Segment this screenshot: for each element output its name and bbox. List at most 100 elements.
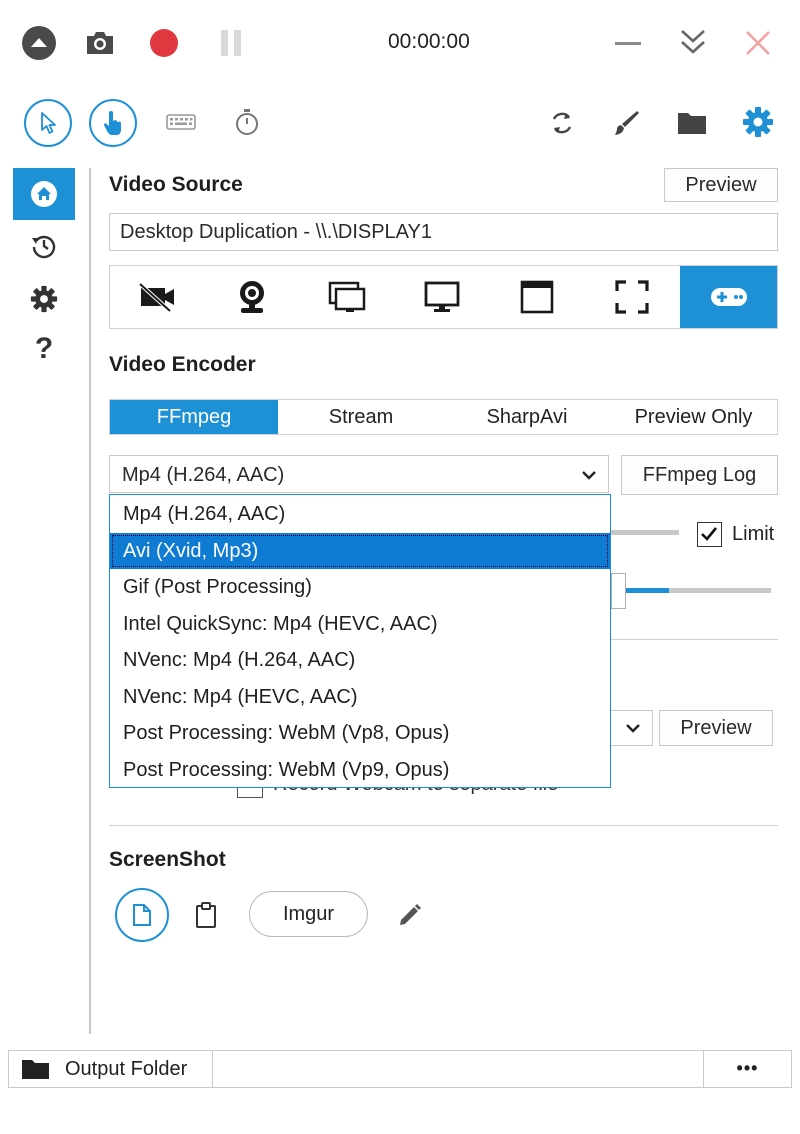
source-no-video[interactable]	[110, 266, 204, 328]
screens-icon	[328, 281, 366, 312]
refresh-button[interactable]	[545, 106, 579, 140]
gamepad-icon	[710, 288, 747, 306]
screenshot-to-clipboard-toggle[interactable]	[189, 898, 223, 932]
source-monitor[interactable]	[395, 266, 489, 328]
folder-button[interactable]	[674, 106, 710, 140]
source-game[interactable]	[680, 266, 777, 328]
sidebar-item-settings[interactable]	[25, 282, 63, 316]
stopwatch-icon	[236, 109, 258, 135]
tab-stream[interactable]: Stream	[278, 400, 444, 434]
codec-option[interactable]: Gif (Post Processing)	[110, 569, 610, 606]
collapse-up-icon	[22, 26, 56, 60]
screenshot-title: ScreenShot	[109, 848, 226, 871]
timer-toggle[interactable]	[231, 106, 263, 138]
video-encoder-title: Video Encoder	[109, 353, 256, 376]
keystrokes-toggle[interactable]	[164, 108, 198, 136]
gear-icon	[743, 107, 773, 137]
help-icon: ?	[34, 332, 54, 365]
close-icon	[746, 31, 770, 55]
codec-select[interactable]: Mp4 (H.264, AAC)	[109, 455, 609, 493]
sidebar-item-history[interactable]	[25, 229, 63, 263]
double-chevron-down-icon	[681, 30, 705, 54]
quality-slider-track[interactable]	[609, 530, 679, 535]
video-source-field[interactable]: Desktop Duplication - \\.\DISPLAY1	[109, 213, 778, 251]
ffmpeg-log-button[interactable]: FFmpeg Log	[621, 455, 778, 495]
chevron-down-icon	[582, 471, 596, 480]
video-source-preview-button[interactable]: Preview	[664, 168, 778, 202]
settings-button[interactable]	[740, 104, 776, 140]
codec-option[interactable]: NVenc: Mp4 (HEVC, AAC)	[110, 679, 610, 716]
click-hand-icon	[104, 111, 121, 135]
close-button[interactable]	[740, 25, 776, 61]
record-icon	[150, 29, 178, 57]
refresh-icon	[552, 112, 572, 134]
checkmark-icon	[701, 527, 718, 541]
webcam-select-arrow[interactable]	[609, 710, 653, 746]
source-region[interactable]	[585, 266, 679, 328]
video-source-selector	[109, 265, 778, 329]
codec-option[interactable]: Mp4 (H.264, AAC)	[110, 496, 610, 533]
output-folder-button[interactable]: Output Folder	[9, 1051, 213, 1087]
brush-icon	[615, 111, 639, 135]
sidebar-item-home[interactable]	[13, 168, 75, 220]
brush-button[interactable]	[609, 106, 643, 140]
section-divider-2	[109, 825, 778, 826]
source-webcam[interactable]	[205, 266, 299, 328]
monitor-icon	[424, 281, 460, 312]
minimize-icon	[615, 42, 641, 45]
tab-ffmpeg[interactable]: FFmpeg	[110, 400, 278, 434]
record-button[interactable]	[146, 25, 182, 61]
more-icon: •••	[736, 1058, 759, 1078]
codec-dropdown-list: Mp4 (H.264, AAC) Avi (Xvid, Mp3) Gif (Po…	[109, 494, 611, 788]
output-path-field[interactable]	[213, 1051, 703, 1087]
collapse-button[interactable]	[20, 24, 58, 62]
camera-icon	[87, 32, 113, 54]
fps-slider-thumb[interactable]	[611, 573, 626, 609]
limit-checkbox[interactable]	[697, 522, 722, 547]
codec-option[interactable]: Post Processing: WebM (Vp8, Opus)	[110, 715, 610, 752]
window-icon	[520, 280, 554, 314]
folder-icon	[678, 113, 706, 134]
codec-option[interactable]: NVenc: Mp4 (H.264, AAC)	[110, 642, 610, 679]
pause-button[interactable]	[214, 25, 248, 61]
screenshot-edit-toggle[interactable]	[393, 898, 427, 932]
codec-option-highlighted[interactable]: Avi (Xvid, Mp3)	[110, 532, 610, 569]
limit-label: Limit	[732, 523, 775, 545]
no-video-icon	[138, 282, 174, 313]
webcam-preview-button[interactable]: Preview	[659, 710, 773, 746]
source-screens[interactable]	[300, 266, 394, 328]
more-options-button[interactable]: •••	[703, 1051, 791, 1087]
settings-icon	[30, 285, 58, 313]
region-icon	[615, 280, 649, 314]
clipboard-icon	[196, 902, 216, 928]
screenshot-to-file-toggle[interactable]	[115, 888, 169, 942]
pencil-icon	[400, 904, 421, 925]
minimize-to-tray-button[interactable]	[675, 24, 711, 60]
cursor-toggle[interactable]	[24, 99, 72, 147]
screenshot-button[interactable]	[82, 26, 118, 60]
sidebar-item-help[interactable]: ?	[32, 332, 56, 370]
mouse-clicks-toggle[interactable]	[89, 99, 137, 147]
section-divider-1	[609, 639, 778, 640]
source-window[interactable]	[490, 266, 584, 328]
tab-preview-only[interactable]: Preview Only	[610, 400, 777, 434]
codec-option[interactable]: Intel QuickSync: Mp4 (HEVC, AAC)	[110, 606, 610, 643]
imgur-button[interactable]: Imgur	[249, 891, 368, 937]
output-folder-label: Output Folder	[65, 1058, 188, 1080]
history-icon	[32, 235, 56, 259]
elapsed-timer: 00:00:00	[388, 30, 470, 53]
folder-icon	[22, 1060, 49, 1079]
video-source-title: Video Source	[109, 173, 243, 196]
cursor-icon	[41, 112, 56, 134]
minimize-button[interactable]	[610, 26, 646, 60]
encoder-tabs: FFmpeg Stream SharpAvi Preview Only	[109, 399, 778, 435]
status-bar: Output Folder •••	[8, 1050, 792, 1088]
sidebar-divider	[89, 168, 91, 1034]
chevron-down-icon	[626, 724, 640, 733]
tab-sharpavi[interactable]: SharpAvi	[444, 400, 610, 434]
codec-select-value: Mp4 (H.264, AAC)	[122, 464, 285, 486]
keyboard-icon	[166, 114, 196, 130]
file-icon	[133, 904, 151, 926]
codec-option[interactable]: Post Processing: WebM (Vp9, Opus)	[110, 752, 610, 789]
webcam-icon	[240, 281, 264, 313]
